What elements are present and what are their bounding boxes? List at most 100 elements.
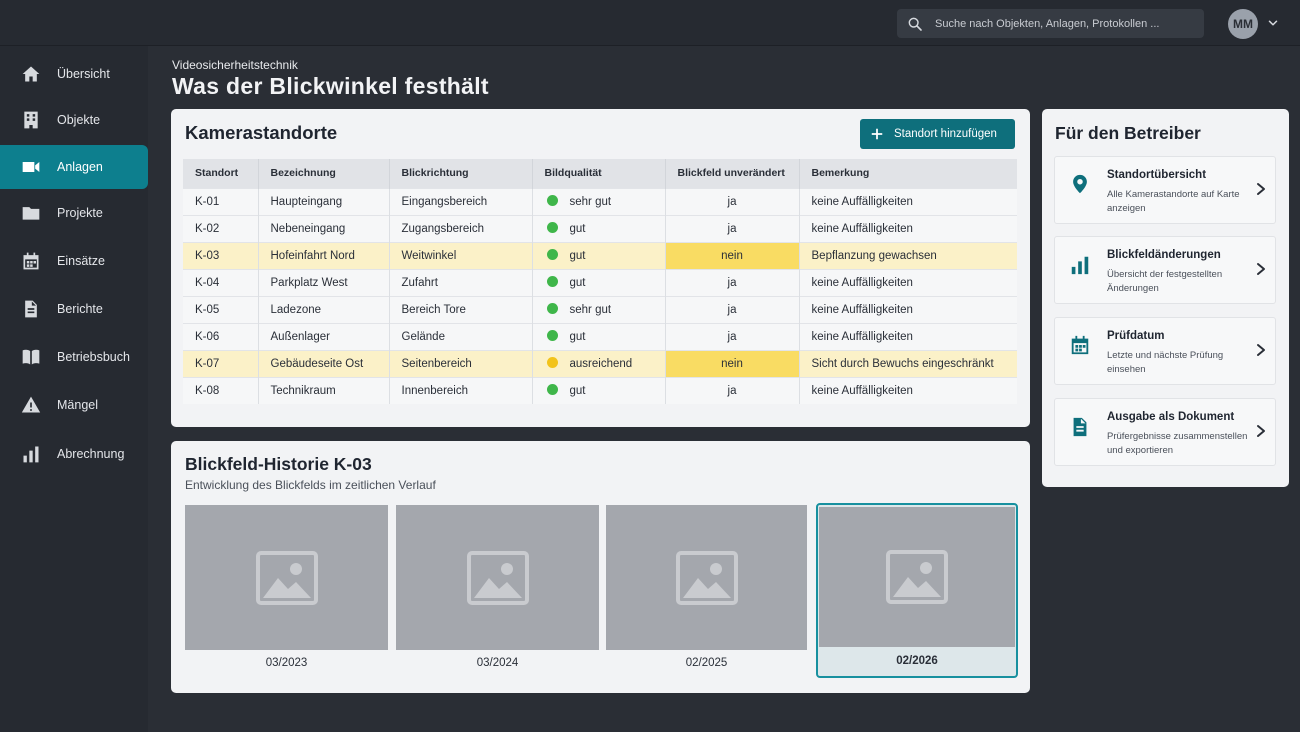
card-title: Blickfeld-Historie K-03: [185, 454, 372, 474]
sidebar-item-maengel[interactable]: Mängel: [0, 383, 148, 427]
cell-direction: Zugangsbereich: [389, 214, 533, 242]
operator-item-title: Blickfeldänderungen: [1107, 249, 1221, 261]
document-icon: [21, 299, 41, 319]
table-row[interactable]: K-02 Nebeneingang Zugangsbereich gut ja …: [183, 214, 1017, 242]
cell-direction: Weitwinkel: [389, 241, 533, 269]
cell-quality: gut: [532, 214, 666, 242]
sidebar-item-label: Abrechnung: [57, 447, 125, 461]
operator-item-desc: Übersicht der festgestellten Änderungen: [1107, 269, 1223, 294]
sidebar-item-betriebsbuch[interactable]: Betriebsbuch: [0, 335, 148, 379]
table-row-highlighted[interactable]: K-07 Gebäudeseite Ost Seitenbereich ausr…: [183, 349, 1017, 377]
cell-unchanged: ja: [665, 187, 800, 215]
add-location-label: Standort hinzufügen: [894, 128, 997, 140]
cell-remark: Bepflanzung gewachsen: [799, 241, 1017, 269]
cell-unchanged: ja: [665, 322, 800, 350]
operator-item-export-document[interactable]: Ausgabe als Dokument Prüfergebnisse zusa…: [1054, 398, 1276, 466]
sidebar-item-label: Berichte: [57, 302, 103, 316]
quality-label: ausreichend: [569, 358, 633, 370]
bar-chart-icon: [1069, 254, 1091, 276]
snapshot-date-selected: 02/2026: [896, 655, 938, 667]
calendar-icon: [1069, 334, 1091, 356]
cell-unchanged: ja: [665, 295, 800, 323]
table-row[interactable]: K-05 Ladezone Bereich Tore sehr gut ja k…: [183, 295, 1017, 323]
folder-icon: [21, 203, 41, 223]
avatar[interactable]: MM: [1228, 9, 1258, 39]
image-placeholder-icon: [255, 550, 318, 605]
chevron-right-icon: [1257, 183, 1265, 195]
cell-id: K-04: [183, 268, 259, 296]
snapshot-thumbnail-selected[interactable]: [819, 507, 1015, 647]
status-dot-good: [546, 276, 558, 287]
image-placeholder-icon: [675, 550, 738, 605]
sidebar-item-projekte[interactable]: Projekte: [0, 191, 148, 235]
page-eyebrow: Videosicherheitstechnik: [172, 58, 298, 72]
operator-item-view-changes[interactable]: Blickfeldänderungen Übersicht der festge…: [1054, 236, 1276, 304]
table-row[interactable]: K-01 Haupteingang Eingangsbereich sehr g…: [183, 187, 1017, 215]
operator-item-title: Prüfdatum: [1107, 330, 1165, 342]
quality-label: sehr gut: [569, 196, 612, 208]
image-placeholder-icon: [886, 550, 948, 604]
sidebar-item-berichte[interactable]: Berichte: [0, 287, 148, 331]
operator-item-title: Standortübersicht: [1107, 169, 1207, 181]
cell-name: Außenlager: [258, 322, 390, 350]
table-row-highlighted[interactable]: K-03 Hofeinfahrt Nord Weitwinkel gut nei…: [183, 241, 1017, 269]
table-row[interactable]: K-06 Außenlager Gelände gut ja keine Auf…: [183, 322, 1017, 350]
column-header[interactable]: Bezeichnung: [258, 159, 390, 188]
quality-label: gut: [569, 277, 586, 289]
search-icon: [908, 17, 922, 31]
sidebar-item-uebersicht[interactable]: Übersicht: [0, 52, 148, 96]
table-row[interactable]: K-04 Parkplatz West Zufahrt gut ja keine…: [183, 268, 1017, 296]
cell-id: K-06: [183, 322, 259, 350]
column-header[interactable]: Bildqualität: [532, 159, 666, 188]
snapshot-date: 03/2023: [265, 657, 308, 669]
column-header[interactable]: Standort: [183, 159, 259, 188]
sidebar-item-anlagen[interactable]: Anlagen: [0, 145, 148, 189]
cell-remark: keine Auffälligkeiten: [799, 187, 1017, 215]
cell-name: Gebäudeseite Ost: [258, 349, 390, 377]
sidebar: Übersicht Objekte Anlagen Projekte Einsä…: [0, 46, 148, 732]
calendar-icon: [21, 251, 41, 271]
cell-remark: keine Auffälligkeiten: [799, 214, 1017, 242]
cell-remark: Sicht durch Bewuchs eingeschränkt: [799, 349, 1017, 377]
operator-item-location-overview[interactable]: Standortübersicht Alle Kamerastandorte a…: [1054, 156, 1276, 224]
card-subtitle: Entwicklung des Blickfelds im zeitlichen…: [185, 478, 436, 492]
search-input[interactable]: [935, 17, 1185, 30]
operator-item-desc: Letzte und nächste Prüfung einsehen: [1107, 350, 1224, 375]
building-icon: [21, 110, 41, 130]
quality-label: gut: [569, 250, 586, 262]
operator-item-inspection-date[interactable]: Prüfdatum Letzte und nächste Prüfung ein…: [1054, 317, 1276, 385]
quality-label: gut: [569, 331, 586, 343]
sidebar-item-abrechnung[interactable]: Abrechnung: [0, 432, 148, 476]
sidebar-item-objekte[interactable]: Objekte: [0, 98, 148, 142]
snapshot-thumbnail[interactable]: [185, 505, 388, 650]
document-icon: [1069, 416, 1091, 438]
status-dot-good: [546, 384, 558, 396]
bar-chart-icon: [21, 444, 41, 464]
cell-remark: keine Auffälligkeiten: [799, 376, 1017, 404]
operator-item-desc: Alle Kamerastandorte auf Karte anzeigen: [1107, 189, 1240, 214]
sidebar-item-label: Projekte: [57, 206, 103, 220]
cell-remark: keine Auffälligkeiten: [799, 268, 1017, 296]
snapshot-thumbnail[interactable]: [396, 505, 599, 650]
warning-icon: [21, 395, 41, 415]
sidebar-item-label: Übersicht: [57, 67, 110, 81]
cell-id: K-05: [183, 295, 259, 323]
sidebar-item-label: Anlagen: [57, 160, 103, 174]
table-row[interactable]: K-08 Technikraum Innenbereich gut ja kei…: [183, 376, 1017, 404]
column-header[interactable]: Bemerkung: [799, 159, 1017, 188]
sidebar-item-einsaetze[interactable]: Einsätze: [0, 239, 148, 283]
sidebar-item-label: Betriebsbuch: [57, 350, 130, 364]
search-box[interactable]: [897, 9, 1204, 38]
cell-id: K-02: [183, 214, 259, 242]
column-header[interactable]: Blickfeld unverändert: [665, 159, 800, 188]
add-location-button[interactable]: Standort hinzufügen: [860, 119, 1015, 149]
chevron-down-icon[interactable]: [1266, 16, 1280, 30]
quality-label: gut: [569, 223, 586, 235]
cell-quality: sehr gut: [532, 295, 666, 323]
snapshot-thumbnail[interactable]: [606, 505, 807, 650]
operator-item-title: Ausgabe als Dokument: [1107, 411, 1235, 423]
column-header[interactable]: Blickrichtung: [389, 159, 533, 188]
sidebar-item-label: Objekte: [57, 113, 101, 127]
chevron-right-icon: [1257, 263, 1265, 275]
cell-direction: Seitenbereich: [389, 349, 533, 377]
